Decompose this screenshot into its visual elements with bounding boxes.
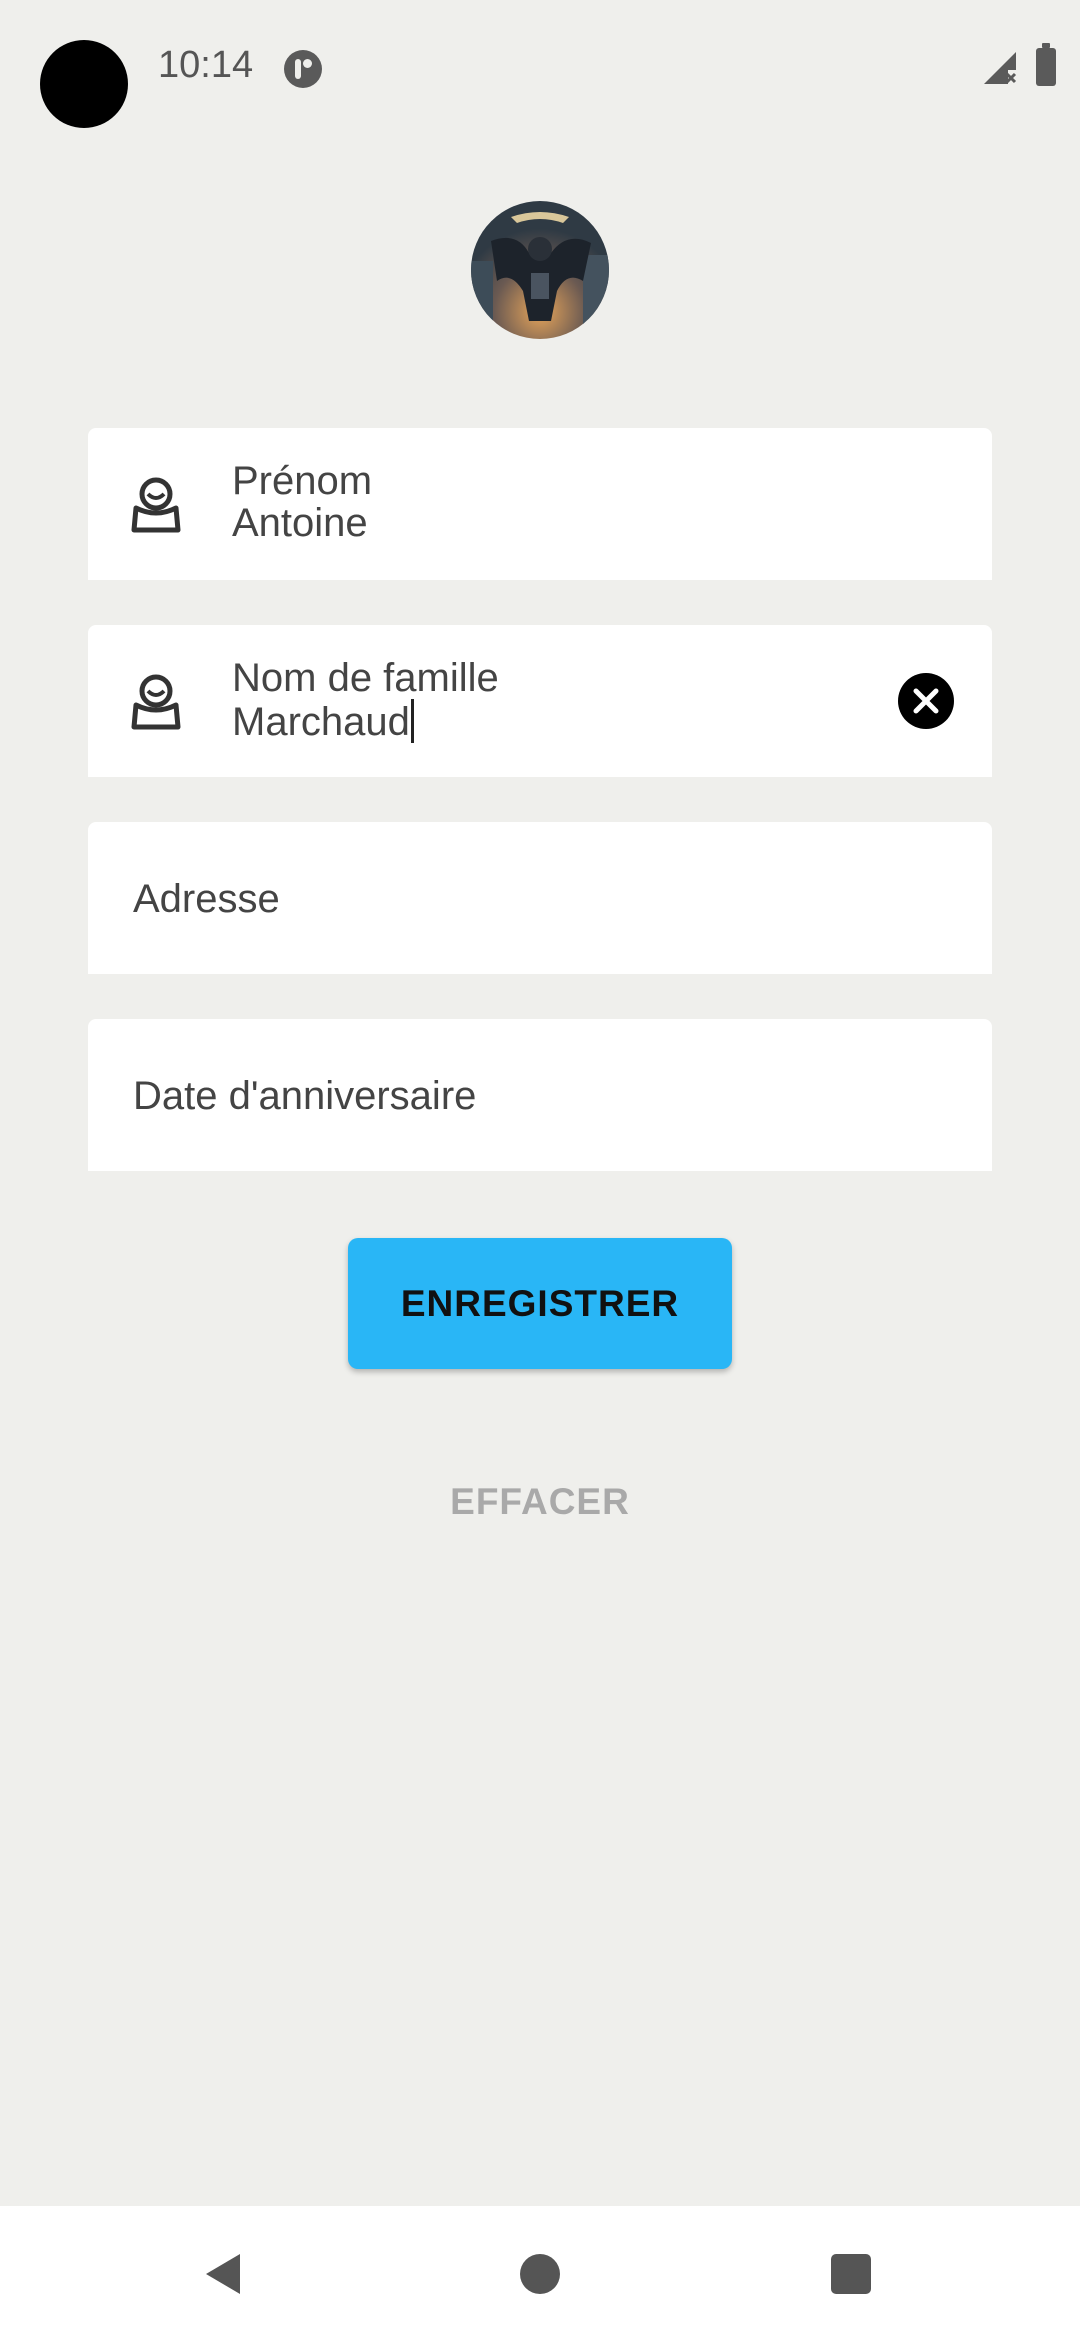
recents-icon[interactable]: [831, 2254, 871, 2294]
close-icon: [913, 688, 939, 714]
last-name-value-wrap[interactable]: Marchaud: [232, 699, 414, 743]
address-placeholder: Adresse: [133, 877, 280, 921]
profile-avatar[interactable]: [471, 201, 609, 339]
home-icon[interactable]: [520, 2254, 560, 2294]
status-bar: 10:14: [0, 0, 1080, 140]
app-notification-icon: [284, 50, 322, 88]
first-name-value[interactable]: Antoine: [232, 502, 368, 544]
save-button[interactable]: ENREGISTRER: [348, 1238, 732, 1369]
clear-field-button[interactable]: [898, 673, 954, 729]
signal-icon: [984, 52, 1017, 84]
text-caret: [410, 699, 414, 743]
birthday-field[interactable]: Date d'anniversaire: [88, 1019, 992, 1171]
address-field[interactable]: Adresse: [88, 822, 992, 974]
person-icon: [131, 674, 181, 730]
birthday-placeholder: Date d'anniversaire: [133, 1074, 477, 1118]
first-name-field[interactable]: Prénom Antoine: [88, 428, 992, 580]
clear-button[interactable]: EFFACER: [390, 1470, 690, 1534]
battery-icon: [1036, 43, 1056, 86]
status-time: 10:14: [158, 44, 254, 86]
last-name-field[interactable]: Nom de famille Marchaud: [88, 625, 992, 777]
last-name-label: Nom de famille: [232, 656, 499, 700]
camera-cutout: [40, 40, 128, 128]
person-icon: [131, 477, 181, 533]
navigation-bar: [0, 2206, 1080, 2340]
back-icon[interactable]: [200, 2250, 248, 2298]
bat-hero-avatar: [471, 201, 609, 339]
first-name-label: Prénom: [232, 459, 373, 503]
last-name-value[interactable]: Marchaud: [232, 700, 410, 744]
